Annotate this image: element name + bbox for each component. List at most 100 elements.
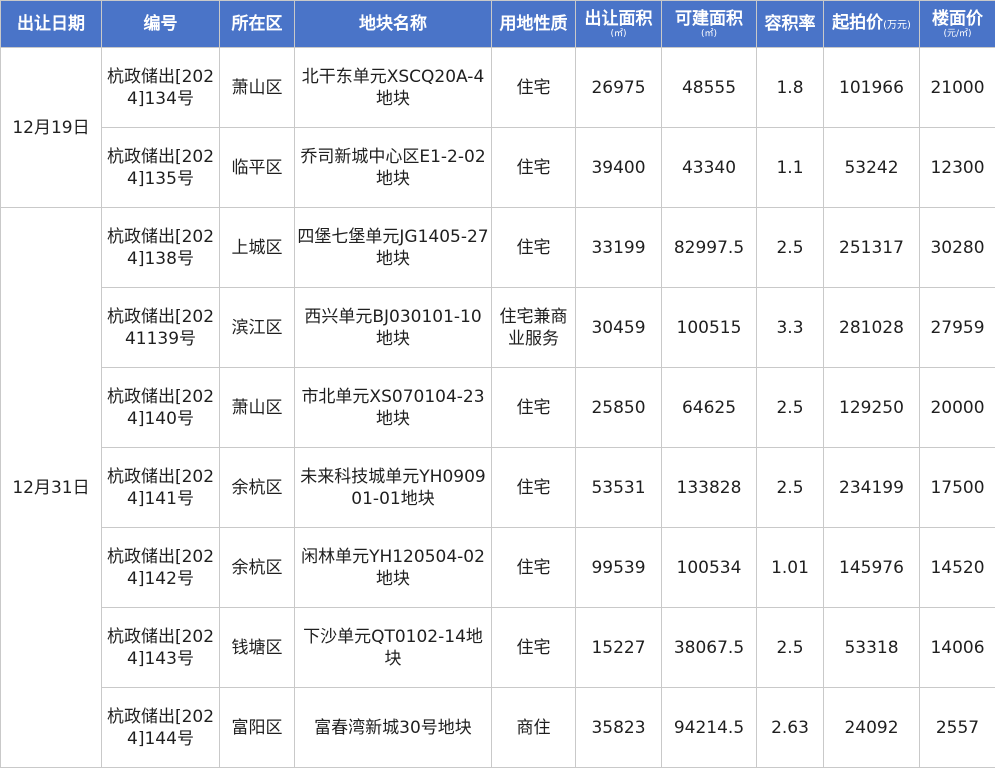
district-cell: 萧山区 xyxy=(219,367,295,448)
code-cell: 杭政储出[2024]141号 xyxy=(101,447,220,528)
code-cell: 杭政储出[2024]135号 xyxy=(101,127,220,208)
land-use-cell: 住宅 xyxy=(491,447,576,528)
floor-price-cell: 14520 xyxy=(919,527,995,608)
district-cell: 滨江区 xyxy=(219,287,295,368)
start-price-cell: 145976 xyxy=(823,527,920,608)
site-area-cell: 39400 xyxy=(575,127,662,208)
floor-price-cell: 14006 xyxy=(919,607,995,688)
code-cell: 杭政储出[2024]138号 xyxy=(101,207,220,288)
table-row: 杭政储出[2024]143号 钱塘区 下沙单元QT0102-14地块 住宅 15… xyxy=(1,607,995,688)
land-use-cell: 住宅 xyxy=(491,607,576,688)
floor-price-cell: 27959 xyxy=(919,287,995,368)
start-price-cell: 129250 xyxy=(823,367,920,448)
floor-price-cell: 2557 xyxy=(919,687,995,768)
far-cell: 2.5 xyxy=(756,447,824,528)
date-cell: 12月31日 xyxy=(0,207,102,768)
header-far-label: 容积率 xyxy=(764,14,816,34)
district-cell: 钱塘区 xyxy=(219,607,295,688)
table-row: 12月31日 杭政储出[2024]138号 上城区 四堡七堡单元JG1405-2… xyxy=(0,207,995,768)
build-area-cell: 100515 xyxy=(661,287,757,368)
far-cell: 2.63 xyxy=(756,687,824,768)
site-area-cell: 35823 xyxy=(575,687,662,768)
header-site-area-unit: (㎡) xyxy=(610,29,627,39)
code-cell: 杭政储出[20241139号 xyxy=(101,287,220,368)
plot-name-cell: 未来科技城单元YH090901-01地块 xyxy=(294,447,492,528)
plot-name-cell: 西兴单元BJ030101-10地块 xyxy=(294,287,492,368)
land-use-cell: 住宅 xyxy=(491,207,576,288)
header-start-price-label: 起拍价 xyxy=(832,12,884,33)
far-cell: 2.5 xyxy=(756,607,824,688)
site-area-cell: 99539 xyxy=(575,527,662,608)
table-row: 杭政储出[2024]142号 余杭区 闲林单元YH120504-02地块 住宅 … xyxy=(1,527,995,608)
start-price-cell: 53242 xyxy=(823,127,920,208)
build-area-cell: 100534 xyxy=(661,527,757,608)
header-site-area-label: 出让面积 xyxy=(584,9,653,29)
district-cell: 萧山区 xyxy=(219,47,295,128)
land-auction-table: 出让日期 编号 所在区 地块名称 用地性质 出让面积 (㎡) 可建面积 (㎡) … xyxy=(0,0,995,768)
plot-name-cell: 市北单元XS070104-23地块 xyxy=(294,367,492,448)
build-area-cell: 48555 xyxy=(661,47,757,128)
land-use-cell: 住宅 xyxy=(491,127,576,208)
floor-price-cell: 21000 xyxy=(919,47,995,128)
plot-name-cell: 闲林单元YH120504-02地块 xyxy=(294,527,492,608)
plot-name-cell: 北干东单元XSCQ20A-4地块 xyxy=(294,47,492,128)
table-row: 12月19日 杭政储出[2024]134号 萧山区 北干东单元XSCQ20A-4… xyxy=(0,47,995,208)
header-plot-name-label: 地块名称 xyxy=(359,14,427,34)
plot-name-cell: 四堡七堡单元JG1405-27地块 xyxy=(294,207,492,288)
header-floor-price-label: 楼面价 xyxy=(932,9,983,29)
header-start-price: 起拍价(万元) xyxy=(823,0,920,48)
site-area-cell: 25850 xyxy=(575,367,662,448)
header-start-price-unit: (万元) xyxy=(883,19,911,31)
code-cell: 杭政储出[2024]142号 xyxy=(101,527,220,608)
header-site-area: 出让面积 (㎡) xyxy=(575,0,662,48)
header-floor-price: 楼面价 (元/㎡) xyxy=(919,0,995,48)
header-build-area-label: 可建面积 xyxy=(675,9,743,29)
land-use-cell: 住宅 xyxy=(491,47,576,128)
header-code: 编号 xyxy=(101,0,220,48)
floor-price-cell: 17500 xyxy=(919,447,995,528)
build-area-cell: 94214.5 xyxy=(661,687,757,768)
land-use-cell: 住宅 xyxy=(491,367,576,448)
code-cell: 杭政储出[2024]144号 xyxy=(101,687,220,768)
header-land-use-label: 用地性质 xyxy=(499,14,568,34)
start-price-cell: 281028 xyxy=(823,287,920,368)
far-cell: 3.3 xyxy=(756,287,824,368)
far-cell: 2.5 xyxy=(756,367,824,448)
header-plot-name: 地块名称 xyxy=(294,0,492,48)
code-cell: 杭政储出[2024]143号 xyxy=(101,607,220,688)
start-price-cell: 101966 xyxy=(823,47,920,128)
start-price-cell: 234199 xyxy=(823,447,920,528)
build-area-cell: 38067.5 xyxy=(661,607,757,688)
district-cell: 富阳区 xyxy=(219,687,295,768)
site-area-cell: 53531 xyxy=(575,447,662,528)
date-cell: 12月19日 xyxy=(0,47,102,208)
plot-name-cell: 富春湾新城30号地块 xyxy=(294,687,492,768)
floor-price-cell: 30280 xyxy=(919,207,995,288)
header-build-area: 可建面积 (㎡) xyxy=(661,0,757,48)
plot-name-cell: 乔司新城中心区E1-2-02地块 xyxy=(294,127,492,208)
district-cell: 余杭区 xyxy=(219,527,295,608)
build-area-cell: 43340 xyxy=(661,127,757,208)
site-area-cell: 30459 xyxy=(575,287,662,368)
far-cell: 1.01 xyxy=(756,527,824,608)
table-row: 杭政储出[2024]141号 余杭区 未来科技城单元YH090901-01地块 … xyxy=(1,447,995,528)
header-district-label: 所在区 xyxy=(231,14,283,34)
header-district: 所在区 xyxy=(219,0,295,48)
header-code-label: 编号 xyxy=(143,14,178,34)
code-cell: 杭政储出[2024]140号 xyxy=(101,367,220,448)
start-price-cell: 53318 xyxy=(823,607,920,688)
start-price-cell: 24092 xyxy=(823,687,920,768)
header-date: 出让日期 xyxy=(0,0,102,48)
table-row: 杭政储出[2024]135号 临平区 乔司新城中心区E1-2-02地块 住宅 3… xyxy=(1,127,995,208)
district-cell: 上城区 xyxy=(219,207,295,288)
far-cell: 2.5 xyxy=(756,207,824,288)
land-use-cell: 住宅兼商业服务 xyxy=(491,287,576,368)
header-build-area-unit: (㎡) xyxy=(700,29,718,39)
table-row: 杭政储出[2024]140号 萧山区 市北单元XS070104-23地块 住宅 … xyxy=(1,367,995,448)
land-use-cell: 商住 xyxy=(491,687,576,768)
district-cell: 临平区 xyxy=(219,127,295,208)
start-price-cell: 251317 xyxy=(823,207,920,288)
table-row: 杭政储出[2024]144号 富阳区 富春湾新城30号地块 商住 35823 9… xyxy=(1,687,995,768)
header-floor-price-unit: (元/㎡) xyxy=(943,29,972,39)
site-area-cell: 26975 xyxy=(575,47,662,128)
